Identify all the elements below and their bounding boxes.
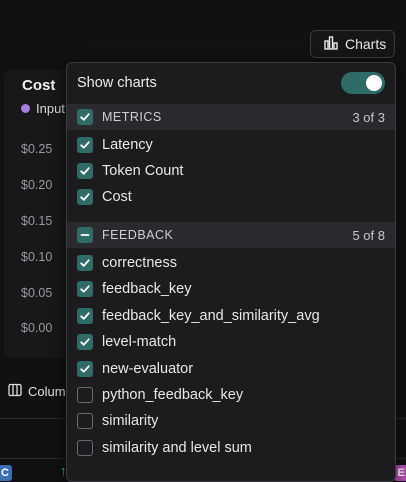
charts-button-label: Charts <box>345 36 387 52</box>
checkbox[interactable] <box>77 189 93 205</box>
check-icon <box>80 113 90 121</box>
feedback-label: feedback_key_and_similarity_avg <box>102 308 320 324</box>
y-tick: $0.20 <box>21 178 53 192</box>
charts-button[interactable]: Charts <box>310 30 395 58</box>
check-icon <box>80 338 90 346</box>
feedback-label: correctness <box>102 255 177 271</box>
y-tick: $0.15 <box>21 214 53 228</box>
feedback-item-similarity-and-level-sum[interactable]: similarity and level sum <box>77 436 252 460</box>
chart-title: Cost <box>22 77 56 94</box>
y-tick: $0.05 <box>21 286 53 300</box>
show-charts-toggle[interactable] <box>341 72 385 94</box>
charts-popover: Show charts METRICS 3 of 3 Latency Token… <box>66 62 396 482</box>
metric-item-latency[interactable]: Latency <box>77 133 153 157</box>
feedback-select-all-checkbox[interactable] <box>77 227 93 243</box>
checkbox[interactable] <box>77 413 93 429</box>
check-icon <box>80 167 90 175</box>
y-tick: $0.10 <box>21 250 53 264</box>
checkbox[interactable] <box>77 137 93 153</box>
checkbox[interactable] <box>77 281 93 297</box>
feedback-label: feedback_key <box>102 281 192 297</box>
bar-chart-icon <box>323 35 339 54</box>
checkbox[interactable] <box>77 163 93 179</box>
feedback-title: FEEDBACK <box>102 228 174 242</box>
legend-dot <box>21 104 30 113</box>
check-icon <box>80 312 90 320</box>
checkbox[interactable] <box>77 387 93 403</box>
checkbox[interactable] <box>77 440 93 456</box>
check-icon <box>80 141 90 149</box>
checkbox[interactable] <box>77 361 93 377</box>
feedback-item-level-match[interactable]: level-match <box>77 330 176 354</box>
feedback-label: similarity and level sum <box>102 440 252 456</box>
checkbox[interactable] <box>77 255 93 271</box>
columns-icon <box>8 383 22 400</box>
metric-item-cost[interactable]: Cost <box>77 185 132 209</box>
feedback-label: level-match <box>102 334 177 350</box>
feedback-item-feedback-key-and-similarity-avg[interactable]: feedback_key_and_similarity_avg <box>77 304 320 328</box>
checkbox[interactable] <box>77 308 93 324</box>
feedback-label: new-evaluator <box>102 361 194 377</box>
feedback-label: similarity <box>102 413 159 429</box>
feedback-item-new-evaluator[interactable]: new-evaluator <box>77 357 193 381</box>
columns-button[interactable]: Colum <box>2 378 66 404</box>
show-charts-row: Show charts <box>67 63 395 103</box>
chart-legend: Input <box>21 101 65 116</box>
columns-label: Colum <box>28 383 66 399</box>
feedback-item-feedback-key[interactable]: feedback_key <box>77 277 191 301</box>
minus-icon <box>80 234 90 236</box>
metrics-title: METRICS <box>102 110 162 124</box>
metrics-count: 3 of 3 <box>352 109 385 125</box>
badge-c: C <box>0 465 12 481</box>
feedback-label: python_feedback_key <box>102 387 244 403</box>
check-icon <box>80 365 90 373</box>
legend-label: Input <box>36 101 65 116</box>
metric-label: Token Count <box>102 163 184 179</box>
feedback-count: 5 of 8 <box>352 227 385 243</box>
check-icon <box>80 193 90 201</box>
metrics-select-all-checkbox[interactable] <box>77 109 93 125</box>
toggle-knob <box>366 75 382 91</box>
feedback-section-header: FEEDBACK 5 of 8 <box>67 222 395 248</box>
feedback-item-similarity[interactable]: similarity <box>77 409 158 433</box>
check-icon <box>80 259 90 267</box>
y-tick: $0.25 <box>21 142 53 156</box>
y-tick: $0.00 <box>21 321 53 335</box>
feedback-item-python-feedback-key[interactable]: python_feedback_key <box>77 383 243 407</box>
check-icon <box>80 285 90 293</box>
metrics-section-header: METRICS 3 of 3 <box>67 104 395 130</box>
metric-item-token-count[interactable]: Token Count <box>77 159 183 183</box>
show-charts-label: Show charts <box>77 75 157 91</box>
checkbox[interactable] <box>77 334 93 350</box>
metric-label: Cost <box>102 189 132 205</box>
metric-label: Latency <box>102 137 153 153</box>
feedback-item-correctness[interactable]: correctness <box>77 251 177 275</box>
